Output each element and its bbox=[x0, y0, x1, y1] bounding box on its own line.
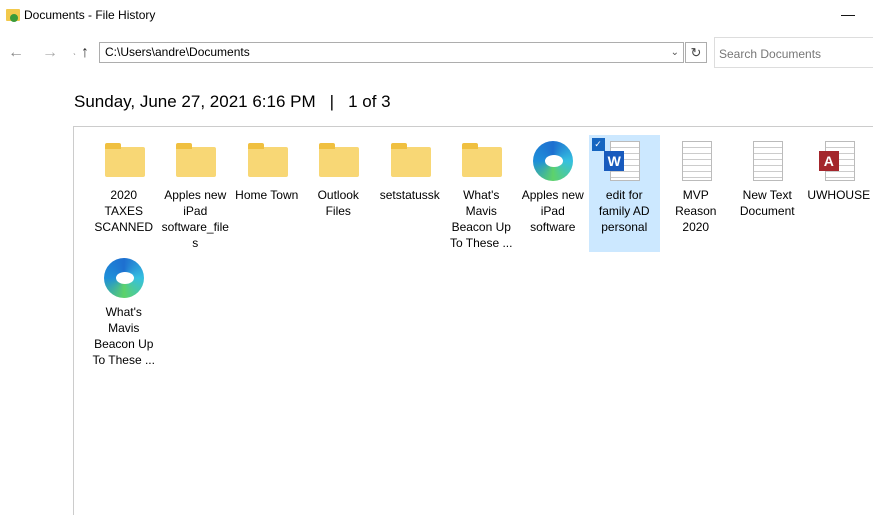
file-icon: W bbox=[602, 139, 646, 183]
file-item[interactable]: MVP Reason 2020 bbox=[660, 135, 732, 252]
file-icon bbox=[745, 139, 789, 183]
file-icon bbox=[245, 139, 289, 183]
file-label: UWHOUSE bbox=[807, 188, 871, 202]
file-label: What's Mavis Beacon Up To These ... bbox=[450, 188, 513, 250]
file-item[interactable]: Apples new iPad software bbox=[517, 135, 589, 252]
file-label: 2020 TAXES SCANNED bbox=[94, 188, 154, 234]
search-input[interactable]: Search Documents bbox=[714, 37, 873, 68]
access-badge-icon: A bbox=[818, 151, 839, 171]
file-icon bbox=[674, 139, 718, 183]
file-label: What's Mavis Beacon Up To These ... bbox=[92, 305, 155, 367]
backup-date-header: Sunday, June 27, 2021 6:16 PM | 1 of 3 bbox=[74, 92, 391, 112]
text-document-icon bbox=[681, 141, 712, 181]
edge-icon bbox=[532, 141, 573, 181]
file-item[interactable]: New Text Document bbox=[732, 135, 804, 252]
file-item[interactable]: setstatussk bbox=[374, 135, 446, 252]
file-item[interactable]: ✓ Wedit for family AD personal bbox=[588, 135, 660, 252]
file-label: Apples new iPad software_files bbox=[161, 188, 229, 250]
address-bar[interactable]: C:\Users\andre\Documents ⌄ bbox=[99, 42, 684, 63]
file-icon bbox=[102, 139, 146, 183]
search-placeholder: Search Documents bbox=[719, 47, 822, 61]
file-icon bbox=[459, 139, 503, 183]
file-label: edit for family AD personal bbox=[598, 188, 650, 234]
file-icon: A bbox=[817, 139, 861, 183]
file-grid: 2020 TAXES SCANNED Apples new iPad softwa… bbox=[88, 135, 873, 369]
chevron-down-icon[interactable]: ⌄ bbox=[671, 43, 679, 62]
file-label: New Text Document bbox=[739, 188, 795, 218]
file-label: Home Town bbox=[235, 188, 299, 202]
folder-icon bbox=[462, 143, 503, 177]
back-icon[interactable]: ← bbox=[8, 42, 24, 64]
up-icon[interactable]: ↑ bbox=[81, 42, 89, 64]
recent-dropdown-icon[interactable]: ˎ bbox=[73, 40, 76, 62]
file-item[interactable]: Home Town bbox=[231, 135, 303, 252]
file-history-icon bbox=[6, 9, 20, 22]
file-pane: 2020 TAXES SCANNED Apples new iPad softwa… bbox=[73, 126, 873, 515]
folder-icon bbox=[390, 143, 431, 177]
folder-icon bbox=[104, 143, 145, 177]
forward-icon[interactable]: → bbox=[42, 42, 58, 64]
file-item[interactable]: Outlook Files bbox=[303, 135, 375, 252]
file-icon bbox=[102, 256, 146, 300]
folder-icon bbox=[319, 143, 360, 177]
file-label: Outlook Files bbox=[317, 188, 359, 218]
file-item[interactable]: 2020 TAXES SCANNED bbox=[88, 135, 160, 252]
file-label: MVP Reason 2020 bbox=[675, 188, 717, 234]
backup-date: Sunday, June 27, 2021 6:16 PM bbox=[74, 92, 316, 111]
refresh-button[interactable]: ↻ bbox=[685, 42, 707, 63]
file-label: setstatussk bbox=[379, 188, 440, 202]
file-icon bbox=[173, 139, 217, 183]
address-text: C:\Users\andre\Documents bbox=[105, 45, 250, 59]
minimize-button[interactable]: — bbox=[841, 6, 855, 22]
text-document-icon bbox=[753, 141, 784, 181]
file-icon bbox=[531, 139, 575, 183]
word-badge-icon: W bbox=[604, 151, 625, 171]
folder-icon bbox=[176, 143, 217, 177]
file-icon bbox=[316, 139, 360, 183]
separator: | bbox=[329, 92, 335, 111]
file-item[interactable]: What's Mavis Beacon Up To These ... bbox=[88, 252, 160, 369]
file-label: Apples new iPad software bbox=[521, 188, 584, 234]
file-item[interactable]: What's Mavis Beacon Up To These ... bbox=[446, 135, 518, 252]
edge-icon bbox=[103, 258, 144, 298]
file-item[interactable]: Apples new iPad software_files bbox=[160, 135, 232, 252]
file-item[interactable]: A UWHOUSE bbox=[803, 135, 873, 252]
window-title: Documents - File History bbox=[24, 8, 156, 22]
title-bar: Documents - File History — bbox=[0, 0, 873, 30]
folder-icon bbox=[247, 143, 288, 177]
page-indicator: 1 of 3 bbox=[348, 92, 391, 111]
file-icon bbox=[388, 139, 432, 183]
